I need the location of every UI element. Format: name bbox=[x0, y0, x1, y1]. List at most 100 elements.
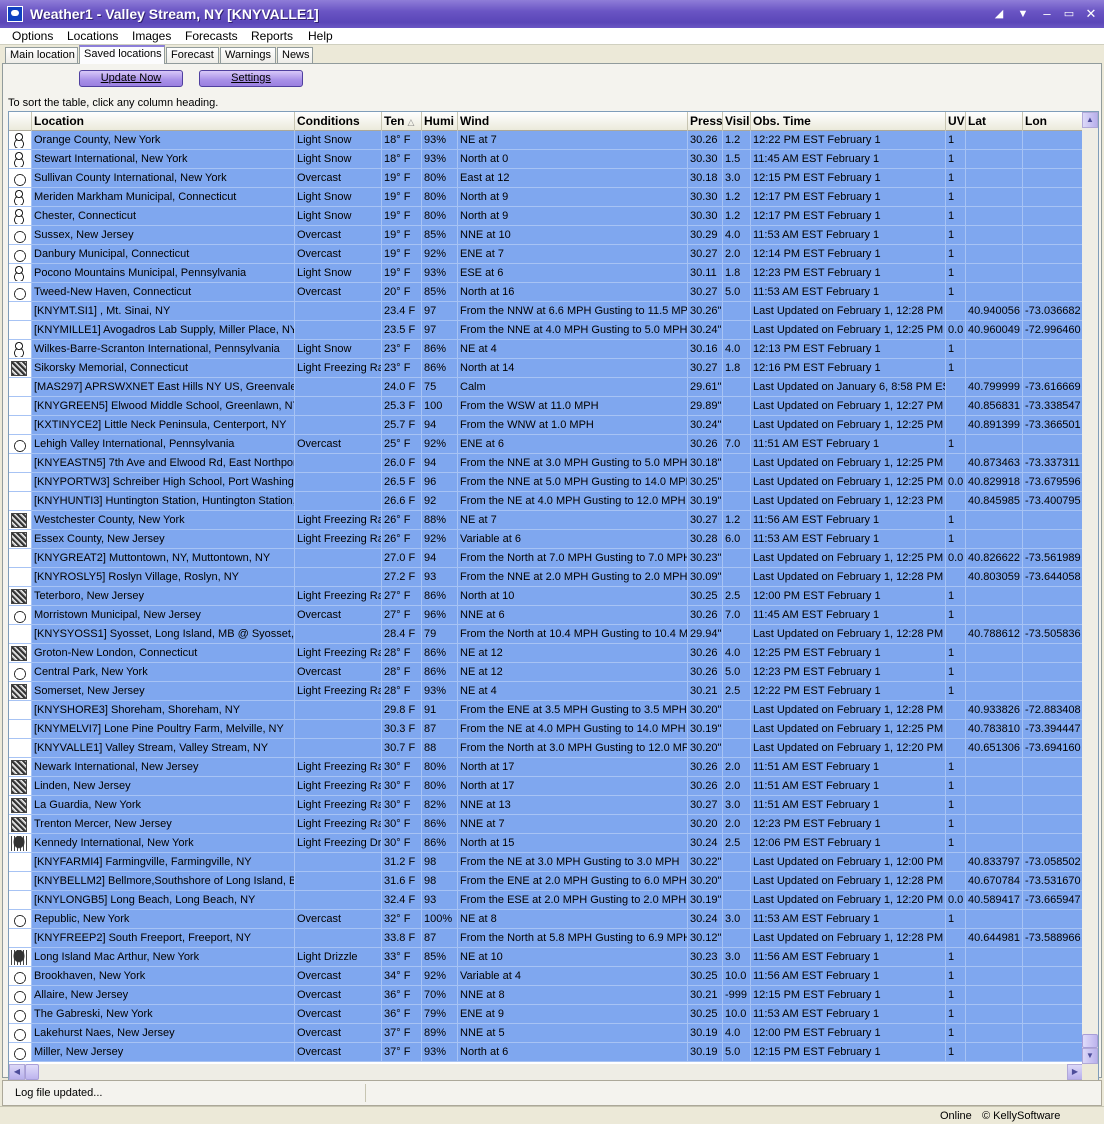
header-pressure[interactable]: Press bbox=[688, 112, 723, 131]
settings-button[interactable]: Settings bbox=[199, 70, 303, 87]
table-row[interactable]: [KNYLONGB5] Long Beach, Long Beach, NY 32… bbox=[9, 891, 1083, 910]
table-row[interactable]: [KNYGREAT2] Muttontown, NY, Muttontown, … bbox=[9, 549, 1083, 568]
header-wind[interactable]: Wind bbox=[458, 112, 688, 131]
table-row[interactable]: Brookhaven, New York Overcast 34° F 92% Vari… bbox=[9, 967, 1083, 986]
table-row[interactable]: Sikorsky Memorial, Connecticut Light Free… bbox=[9, 359, 1083, 378]
table-row[interactable]: Linden, New JerseyLight Freezing Rain30°… bbox=[9, 777, 1083, 796]
scroll-left-icon[interactable]: ◀ bbox=[9, 1064, 25, 1080]
visibility-cell: 6.0 bbox=[723, 530, 751, 549]
menu-reports[interactable]: Reports bbox=[251, 29, 293, 43]
scroll-right-icon[interactable]: ▶ bbox=[1067, 1064, 1083, 1080]
arrow-up-icon[interactable]: ◢ bbox=[990, 5, 1008, 23]
tab-saved-locations[interactable]: Saved locations bbox=[79, 45, 165, 64]
header-uv[interactable]: UV bbox=[946, 112, 966, 131]
table-row[interactable]: [KNYMT.SI1] , Mt. Sinai, NY 23.4 F 97 From … bbox=[9, 302, 1083, 321]
conditions-cell bbox=[295, 568, 382, 587]
lon-cell bbox=[1023, 758, 1083, 777]
header-lon[interactable]: Lon bbox=[1023, 112, 1083, 131]
table-row[interactable]: [KNYGREEN5] Elwood Middle School, Greenl… bbox=[9, 397, 1083, 416]
tab-main-location[interactable]: Main location bbox=[5, 47, 78, 64]
table-row[interactable]: [KNYMELVI7] Lone Pine Poultry Farm, Melv… bbox=[9, 720, 1083, 739]
table-row[interactable]: [KNYEASTN5] 7th Ave and Elwood Rd, East … bbox=[9, 454, 1083, 473]
header-lat[interactable]: Lat bbox=[966, 112, 1023, 131]
menu-forecasts[interactable]: Forecasts bbox=[185, 29, 238, 43]
vertical-scroll-thumb[interactable] bbox=[1082, 1034, 1098, 1048]
minimize-button[interactable]: – bbox=[1038, 5, 1056, 23]
tab-news[interactable]: News bbox=[277, 47, 313, 64]
table-row[interactable]: Trenton Mercer, New Jersey Light Freezing… bbox=[9, 815, 1083, 834]
table-row[interactable]: Stewart International, New York Light Sno… bbox=[9, 150, 1083, 169]
horizontal-scroll-thumb[interactable] bbox=[25, 1064, 39, 1080]
table-row[interactable]: Meriden Markham Municipal, Connecticut Li… bbox=[9, 188, 1083, 207]
scroll-up-icon[interactable]: ▲ bbox=[1082, 112, 1098, 128]
menu-help[interactable]: Help bbox=[308, 29, 333, 43]
scroll-down-icon[interactable]: ▼ bbox=[1082, 1048, 1098, 1064]
table-row[interactable]: [KNYMILLE1] Avogadros Lab Supply, Miller… bbox=[9, 321, 1083, 340]
table-row[interactable]: Sullivan County International, New York O… bbox=[9, 169, 1083, 188]
obs-time-cell: 12:15 PM EST February 1 bbox=[751, 1043, 946, 1062]
chevron-down-icon[interactable]: ▼ bbox=[1014, 5, 1032, 23]
table-row[interactable]: Essex County, New Jersey Light Freezing R… bbox=[9, 530, 1083, 549]
table-row[interactable]: [KNYVALLE1] Valley Stream, Valley Stream… bbox=[9, 739, 1083, 758]
table-row[interactable]: [KNYSHORE3] Shoreham, Shoreham, NY 29.8 F… bbox=[9, 701, 1083, 720]
table-row[interactable]: Allaire, New Jersey Overcast 36° F 70% NNE a… bbox=[9, 986, 1083, 1005]
lon-cell bbox=[1023, 207, 1083, 226]
table-row[interactable]: Danbury Municipal, Connecticut Overcast 19… bbox=[9, 245, 1083, 264]
horizontal-scrollbar[interactable]: ◀ ▶ bbox=[9, 1064, 1083, 1080]
header-location[interactable]: Location bbox=[32, 112, 295, 131]
table-row[interactable]: Republic, New York Overcast 32° F 100% NE at… bbox=[9, 910, 1083, 929]
menu-locations[interactable]: Locations bbox=[67, 29, 118, 43]
table-row[interactable]: [KNYROSLY5] Roslyn Village, Roslyn, NY 27… bbox=[9, 568, 1083, 587]
menu-options[interactable]: Options bbox=[12, 29, 53, 43]
table-row[interactable]: The Gabreski, New York Overcast 36° F 79% EN… bbox=[9, 1005, 1083, 1024]
table-row[interactable]: [KNYBELLM2] Bellmore,Southshore of Long … bbox=[9, 872, 1083, 891]
header-visibility[interactable]: Visil bbox=[723, 112, 751, 131]
table-row[interactable]: Lehigh Valley International, Pennsylvani… bbox=[9, 435, 1083, 454]
table-row[interactable]: Long Island Mac Arthur, New York Light Dr… bbox=[9, 948, 1083, 967]
menu-images[interactable]: Images bbox=[132, 29, 171, 43]
table-row[interactable]: Kennedy International, New York Light Fre… bbox=[9, 834, 1083, 853]
table-row[interactable]: [KNYPORTW3] Schreiber High School, Port … bbox=[9, 473, 1083, 492]
table-row[interactable]: Somerset, New JerseyLight Freezing Rain2… bbox=[9, 682, 1083, 701]
pressure-cell: 30.25 bbox=[688, 587, 723, 606]
maximize-button[interactable]: ▭ bbox=[1060, 5, 1078, 23]
table-row[interactable]: Tweed-New Haven, Connecticut Overcast 20° … bbox=[9, 283, 1083, 302]
table-row[interactable]: Teterboro, New JerseyLight Freezing Rain… bbox=[9, 587, 1083, 606]
tab-forecast[interactable]: Forecast bbox=[166, 47, 219, 64]
lon-cell bbox=[1023, 606, 1083, 625]
header-conditions[interactable]: Conditions bbox=[295, 112, 382, 131]
table-row[interactable]: Chester, Connecticut Light Snow 19° F 80% No… bbox=[9, 207, 1083, 226]
update-now-button[interactable]: Update Now bbox=[79, 70, 183, 87]
header-humidity[interactable]: Humi bbox=[422, 112, 458, 131]
vertical-scrollbar[interactable]: ▲ ▼ bbox=[1082, 112, 1098, 1064]
table-row[interactable]: Wilkes-Barre-Scranton International, Pen… bbox=[9, 340, 1083, 359]
table-row[interactable]: [KXTINYCE2] Little Neck Peninsula, Cente… bbox=[9, 416, 1083, 435]
table-row[interactable]: Miller, New Jersey Overcast 37° F 93% North … bbox=[9, 1043, 1083, 1062]
close-button[interactable]: ✕ bbox=[1082, 5, 1100, 23]
lon-cell: -73.561989 bbox=[1023, 549, 1083, 568]
table-row[interactable]: Morristown Municipal, New Jersey Overcast… bbox=[9, 606, 1083, 625]
table-row[interactable]: La Guardia, New YorkLight Freezing Rain3… bbox=[9, 796, 1083, 815]
table-row[interactable]: [MAS297] APRSWXNET East Hills NY US, Gre… bbox=[9, 378, 1083, 397]
visibility-cell: 3.0 bbox=[723, 948, 751, 967]
table-row[interactable]: [KNYFREEP2] South Freeport, Freeport, NY… bbox=[9, 929, 1083, 948]
table-row[interactable]: [KNYSYOSS1] Syosset, Long Island, MB @ S… bbox=[9, 625, 1083, 644]
tab-warnings[interactable]: Warnings bbox=[220, 47, 276, 64]
temperature-cell: 36° F bbox=[382, 986, 422, 1005]
wind-cell: NE at 8 bbox=[458, 910, 688, 929]
header-icon-column[interactable] bbox=[9, 112, 32, 131]
table-row[interactable]: Orange County, New York Light Snow 18° F 93… bbox=[9, 131, 1083, 150]
table-row[interactable]: Westchester County, New York Light Freezi… bbox=[9, 511, 1083, 530]
table-row[interactable]: Groton-New London, Connecticut Light Free… bbox=[9, 644, 1083, 663]
table-row[interactable]: Lakehurst Naes, New Jersey Overcast 37° F8… bbox=[9, 1024, 1083, 1043]
table-row[interactable]: Central Park, New York Overcast 28° F 86% NE… bbox=[9, 663, 1083, 682]
table-row[interactable]: Pocono Mountains Municipal, Pennsylvania… bbox=[9, 264, 1083, 283]
table-row[interactable]: Newark International, New Jersey Light Fr… bbox=[9, 758, 1083, 777]
lat-cell: 40.644981 bbox=[966, 929, 1023, 948]
table-row[interactable]: [KNYFARMI4] Farmingville, Farmingville, … bbox=[9, 853, 1083, 872]
header-temperature[interactable]: Ten △ bbox=[382, 112, 422, 131]
table-row[interactable]: Sussex, New Jersey Overcast 19° F 85% NNE at… bbox=[9, 226, 1083, 245]
location-cell: Groton-New London, Connecticut bbox=[32, 644, 295, 663]
table-row[interactable]: [KNYHUNTI3] Huntington Station, Huntingt… bbox=[9, 492, 1083, 511]
header-obs-time[interactable]: Obs. Time bbox=[751, 112, 946, 131]
